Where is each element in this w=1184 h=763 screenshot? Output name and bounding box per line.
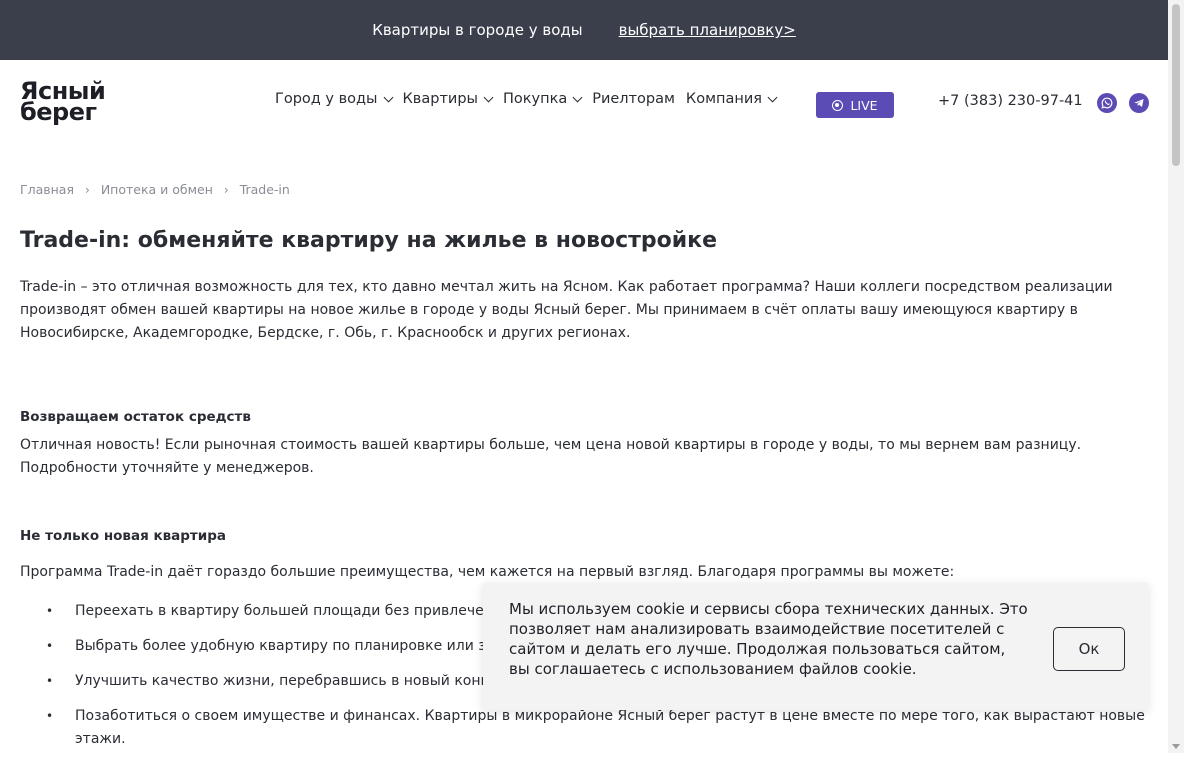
telegram-icon[interactable] xyxy=(1129,93,1149,113)
nav-label: Город у воды xyxy=(275,91,378,107)
breadcrumb-current: Trade-in xyxy=(239,182,290,197)
chevron-right-icon: › xyxy=(223,182,229,197)
chevron-down-icon xyxy=(572,92,583,102)
nav-item-realtors[interactable]: Риелторам xyxy=(592,91,675,107)
phone-number[interactable]: +7 (383) 230-97-41 xyxy=(938,93,1083,109)
cookie-banner: Мы используем cookie и сервисы сбора тех… xyxy=(483,583,1148,710)
logo[interactable]: Ясный берег xyxy=(20,79,142,126)
page-title: Trade-in: обменяйте квартиру на жилье в … xyxy=(20,228,718,253)
section-heading-benefits: Не только новая квартира xyxy=(20,528,226,544)
nav-label: Риелторам xyxy=(592,91,675,107)
choose-layout-link[interactable]: выбрать планировку> xyxy=(619,21,796,39)
nav-item-purchase[interactable]: Покупка xyxy=(502,91,583,107)
scrollbar-thumb[interactable] xyxy=(1172,4,1180,166)
webcam-icon xyxy=(832,99,844,111)
site-header: Ясный берег Город у воды Квартиры Покупк… xyxy=(0,60,1168,148)
scroll-down-arrow-icon[interactable] xyxy=(1172,744,1180,749)
nav-label: Квартиры xyxy=(402,91,478,107)
nav-item-apartments[interactable]: Квартиры xyxy=(402,91,494,107)
cookie-text: Мы используем cookie и сервисы сбора тех… xyxy=(509,600,1028,678)
main-nav: Город у воды Квартиры Покупка Риелторам … xyxy=(275,91,787,107)
promo-bar: Квартиры в городе у воды выбрать планиро… xyxy=(0,0,1168,60)
chevron-down-icon xyxy=(483,92,494,102)
scrollbar[interactable] xyxy=(1168,0,1184,753)
breadcrumb: Главная › Ипотека и обмен › Trade-in xyxy=(20,182,290,197)
nav-item-city[interactable]: Город у воды xyxy=(275,91,393,107)
nav-label: Покупка xyxy=(502,91,568,107)
live-label: LIVE xyxy=(850,97,878,113)
chevron-down-icon xyxy=(767,92,778,102)
promo-text: Квартиры в городе у воды xyxy=(372,21,583,39)
breadcrumb-home[interactable]: Главная xyxy=(20,182,74,197)
nav-label: Компания xyxy=(685,91,763,107)
section-text-benefits: Программа Trade-in даёт гораздо большие … xyxy=(20,564,955,580)
chevron-right-icon: › xyxy=(85,182,90,197)
list-item: Позаботиться о своем имуществе и финанса… xyxy=(20,705,1150,751)
nav-item-company[interactable]: Компания xyxy=(685,91,778,107)
section-heading-balance: Возвращаем остаток средств xyxy=(20,409,251,425)
logo-line-2: берег xyxy=(20,98,97,126)
breadcrumb-mortgage[interactable]: Ипотека и обмен xyxy=(101,182,213,197)
whatsapp-icon[interactable] xyxy=(1097,93,1117,113)
chevron-down-icon xyxy=(383,92,393,102)
intro-paragraph: Trade-in – это отличная возможность для … xyxy=(20,279,1113,341)
section-text-balance: Отличная новость! Если рыночная стоимост… xyxy=(20,437,1082,476)
live-button[interactable]: LIVE xyxy=(816,92,894,118)
cookie-ok-button[interactable]: Ок xyxy=(1053,627,1125,671)
